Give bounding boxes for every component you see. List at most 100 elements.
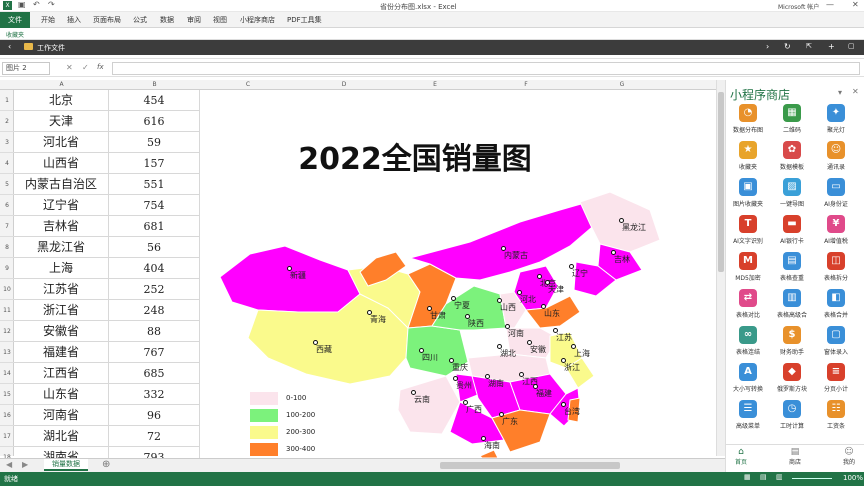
province-cell[interactable]: 山东省 [14,384,109,405]
panel-close-x-icon[interactable]: ✕ [852,87,859,96]
app-item[interactable]: ◫ 表格拆分 [817,252,855,294]
row-header[interactable]: 12 [0,321,14,342]
app-item[interactable]: ☺ 通讯录 [817,141,855,183]
sales-value-cell[interactable]: 685 [109,363,200,384]
refresh-icon[interactable]: ↻ [784,42,791,51]
tab-formulas[interactable]: 公式 [133,14,147,26]
nav-store[interactable]: ▤ 商店 [780,447,810,471]
row-header[interactable]: 8 [0,237,14,258]
account-name[interactable]: Microsoft 帐户 [778,2,819,11]
sales-value-cell[interactable]: 59 [109,132,200,153]
app-item[interactable]: ▦ 二维码 [773,104,811,146]
province-cell[interactable]: 内蒙古自治区 [14,174,109,195]
scroll-thumb[interactable] [718,92,724,272]
app-item[interactable]: ◆ 俄罗斯方块 [773,363,811,405]
row-header[interactable]: 6 [0,195,14,216]
sales-value-cell[interactable]: 454 [109,90,200,111]
export-icon[interactable]: ⇱ [806,42,812,50]
province-cell[interactable]: 上海 [14,258,109,279]
horizontal-scrollbar[interactable] [440,462,620,469]
tab-pdf-tools[interactable]: PDF工具集 [287,14,322,26]
province-cell[interactable]: 辽宁省 [14,195,109,216]
province-cell[interactable]: 吉林省 [14,216,109,237]
page-break-view-icon[interactable]: ▥ [776,473,783,481]
add-sheet-icon[interactable]: ⊕ [102,459,110,470]
app-item[interactable]: T AI文字识别 [729,215,767,257]
province-cell[interactable]: 河南省 [14,405,109,426]
add-icon[interactable]: + [828,42,835,51]
work-file-label[interactable]: 工作文件 [37,43,65,53]
prev-sheet-icon[interactable]: ◀ [6,460,12,469]
next-sheet-icon[interactable]: ▶ [22,460,28,469]
chevron-left-icon[interactable]: ‹ [8,42,11,51]
province-cell[interactable]: 湖北省 [14,426,109,447]
row-header[interactable]: 2 [0,111,14,132]
app-item[interactable]: ✿ 数据模板 [773,141,811,183]
sales-value-cell[interactable]: 248 [109,300,200,321]
panel-close-icon[interactable]: ▢ [848,42,855,50]
sales-value-cell[interactable]: 616 [109,111,200,132]
save-icon[interactable]: ▣ [18,0,26,9]
app-item[interactable]: $ 财务助手 [773,326,811,368]
panel-dropdown-icon[interactable]: ▾ [838,88,842,97]
tab-home[interactable]: 开始 [41,14,55,26]
undo-icon[interactable]: ↶ [33,0,40,9]
row-header[interactable]: 16 [0,405,14,426]
app-item[interactable]: ▣ 图片收藏夹 [729,178,767,220]
favorites-label[interactable]: 收藏夹 [6,30,24,39]
sales-value-cell[interactable]: 88 [109,321,200,342]
app-item[interactable]: M MD5加密 [729,252,767,294]
app-item[interactable]: ☷ 工资条 [817,400,855,442]
province-cell[interactable]: 山西省 [14,153,109,174]
row-header[interactable]: 9 [0,258,14,279]
app-item[interactable]: ▥ 表格高级合 [773,289,811,331]
sales-value-cell[interactable]: 332 [109,384,200,405]
column-header[interactable]: E [392,80,478,90]
province-cell[interactable]: 天津 [14,111,109,132]
sales-value-cell[interactable]: 767 [109,342,200,363]
column-header[interactable]: B [109,80,200,90]
vertical-scrollbar[interactable] [716,80,725,456]
province-cell[interactable]: 江苏省 [14,279,109,300]
app-item[interactable]: ⇄ 表格对比 [729,289,767,331]
normal-view-icon[interactable]: ▦ [744,473,751,481]
province-cell[interactable]: 北京 [14,90,109,111]
sales-value-cell[interactable]: 404 [109,258,200,279]
formula-input[interactable] [112,62,860,75]
row-header[interactable]: 15 [0,384,14,405]
row-header[interactable]: 4 [0,153,14,174]
app-item[interactable]: ▤ 表格查重 [773,252,811,294]
column-header[interactable]: G [574,80,670,90]
app-item[interactable]: ≡ 分页小计 [817,363,855,405]
row-header[interactable]: 10 [0,279,14,300]
app-item[interactable]: ∞ 表格连结 [729,326,767,368]
row-header[interactable]: 5 [0,174,14,195]
tab-data[interactable]: 数据 [160,14,174,26]
app-item[interactable]: ¥ AI增值税 [817,215,855,257]
row-header[interactable]: 14 [0,363,14,384]
zoom-slider[interactable] [792,478,832,479]
nav-home[interactable]: ⌂ 首页 [726,447,756,471]
tab-review[interactable]: 审阅 [187,14,201,26]
sales-value-cell[interactable]: 252 [109,279,200,300]
province-cell[interactable]: 浙江省 [14,300,109,321]
app-item[interactable]: ◧ 表格合并 [817,289,855,331]
row-header[interactable]: 11 [0,300,14,321]
sales-value-cell[interactable]: 96 [109,405,200,426]
minimize-icon[interactable]: — [826,0,834,9]
close-icon[interactable]: ✕ [852,0,859,9]
column-header[interactable]: F [478,80,574,90]
row-header[interactable]: 3 [0,132,14,153]
tab-insert[interactable]: 插入 [67,14,81,26]
app-item[interactable]: ☰ 高级菜单 [729,400,767,442]
zoom-level[interactable]: 100% [843,474,863,482]
tab-file[interactable]: 文件 [0,12,30,28]
sales-value-cell[interactable]: 681 [109,216,200,237]
sales-value-cell[interactable]: 754 [109,195,200,216]
sales-value-cell[interactable]: 157 [109,153,200,174]
app-item[interactable]: ▨ 一键导图 [773,178,811,220]
row-header[interactable]: 13 [0,342,14,363]
column-header[interactable]: D [296,80,392,90]
app-item[interactable]: ✦ 聚光灯 [817,104,855,146]
chevron-right-icon[interactable]: › [766,42,769,51]
